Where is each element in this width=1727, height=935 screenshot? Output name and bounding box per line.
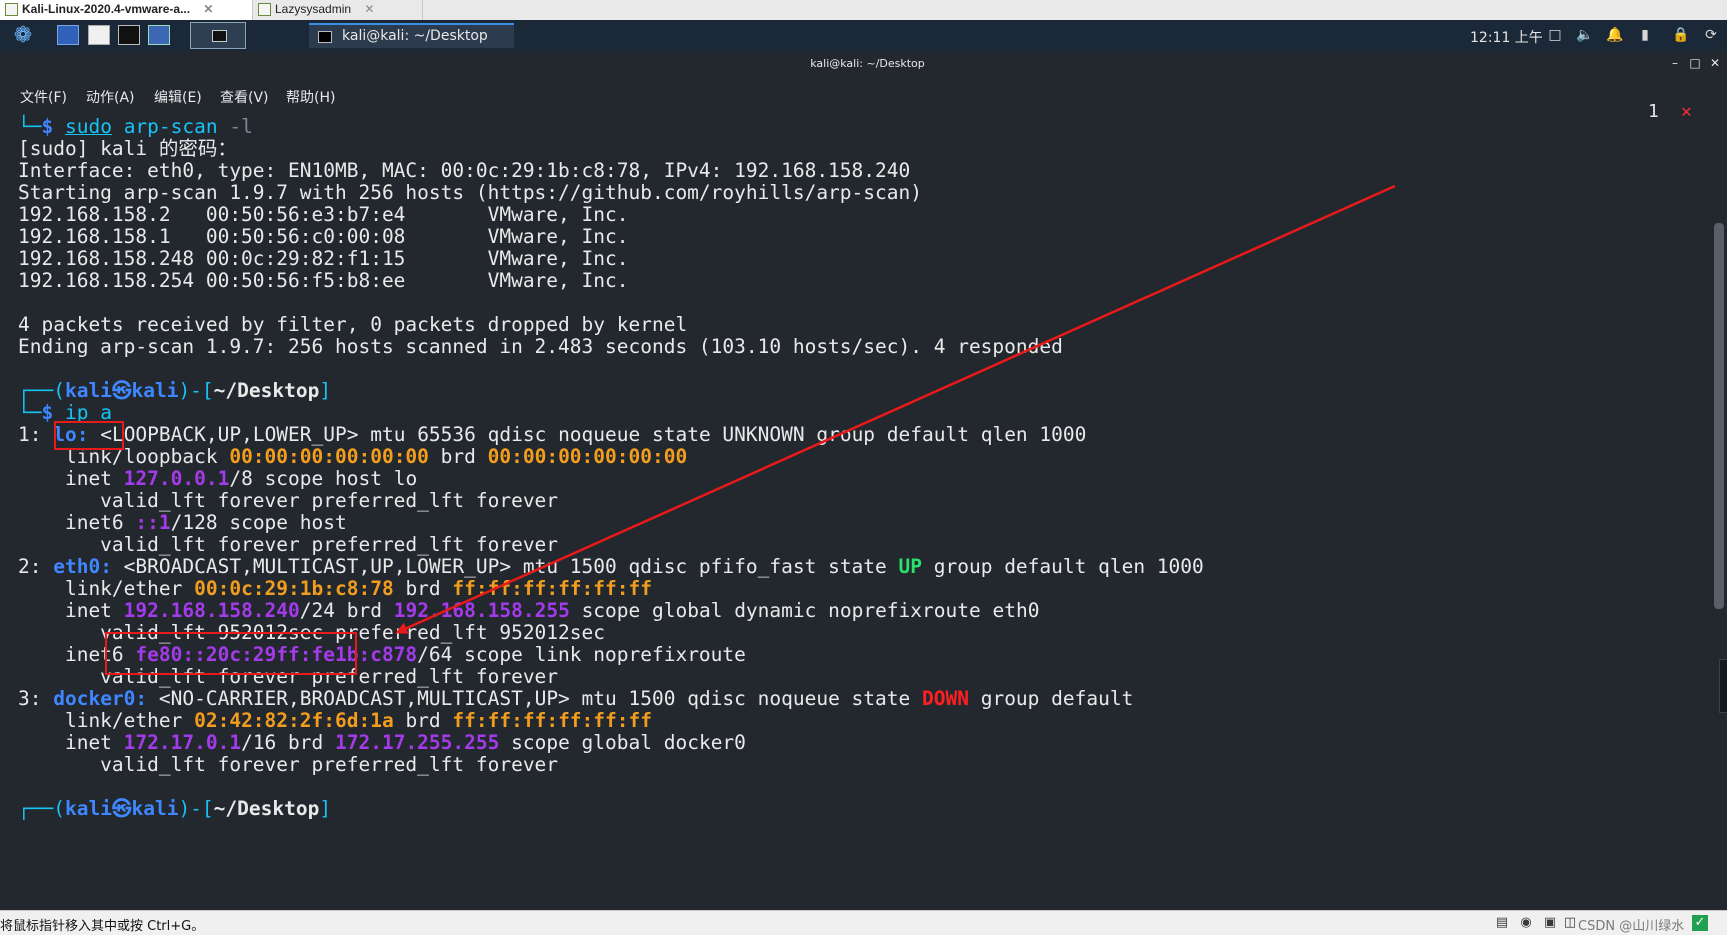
menu-file[interactable]: 文件(F): [20, 87, 67, 107]
eth0-ip: 192.168.158.240: [123, 599, 300, 622]
close-icon[interactable]: ✕: [203, 2, 213, 16]
iface-docker0-link: link/ether 02:42:82:2f:6d:1a brd ff:ff:f…: [18, 709, 652, 732]
annotation-box-command: [54, 421, 124, 450]
iface-eth0-inet: inet 192.168.158.240/24 brd 192.168.158.…: [18, 599, 1040, 622]
prompt-dir: ~/Desktop: [213, 379, 320, 402]
terminal-icon: [318, 31, 332, 43]
at-symbol: ㉿: [111, 797, 132, 820]
cmd-arpscan: arp-scan: [123, 115, 218, 138]
clock[interactable]: 12:11 上午: [1470, 27, 1543, 47]
scrollbar-thumb[interactable]: [1714, 223, 1724, 609]
taskbar-terminal-item[interactable]: kali@kali: ~/Desktop: [309, 23, 514, 48]
menu-action[interactable]: 动作(A): [86, 87, 135, 107]
top-panel: ❁ kali@kali: ~/Desktop 12:11 上午 □ 🔈 🔔 ▮ …: [0, 20, 1727, 51]
terminal-output[interactable]: └─$ sudo arp-scan -l [sudo] kali 的密码： In…: [18, 115, 1698, 905]
iface-lo-header: 1: lo: <LOOPBACK,UP,LOWER_UP> mtu 65536 …: [18, 423, 1087, 446]
menu-help[interactable]: 帮助(H): [286, 87, 335, 107]
output-line: 192.168.158.2 00:50:56:e3:b7:e4 VMware, …: [18, 203, 629, 226]
volume-icon[interactable]: 🔈: [1576, 26, 1594, 44]
prompt-line: ┌──(kali㉿kali)-[~/Desktop]: [18, 379, 332, 402]
output-line: 192.168.158.1 00:50:56:c0:00:08 VMware, …: [18, 225, 629, 248]
show-desktop-icon[interactable]: [57, 25, 79, 45]
prompt-line: ┌──(kali㉿kali)-[~/Desktop]: [18, 797, 332, 820]
output-line: 192.168.158.254 00:50:56:f5:b8:ee VMware…: [18, 269, 629, 292]
output-line: Interface: eth0, type: EN10MB, MAC: 00:0…: [18, 159, 911, 182]
prompt-dir: ~/Desktop: [213, 797, 320, 820]
battery-icon[interactable]: ▮: [1636, 26, 1654, 44]
menu-bar: 文件(F) 动作(A) 编辑(E) 查看(V) 帮助(H): [8, 78, 1727, 114]
host-tab-kali[interactable]: Kali-Linux-2020.4-vmware-a... ✕: [0, 0, 253, 20]
workspace-thumb-icon: [212, 30, 227, 42]
output-line: Ending arp-scan 1.9.7: 256 hosts scanned…: [18, 335, 1063, 358]
maximize-button[interactable]: □: [1688, 56, 1702, 70]
watermark: CSDN @山川绿水: [1578, 919, 1685, 934]
iface-docker0-inet: inet 172.17.0.1/16 brd 172.17.255.255 sc…: [18, 731, 746, 754]
device-usb-icon[interactable]: ◫: [1562, 915, 1578, 931]
host-tab-label: Kali-Linux-2020.4-vmware-a...: [22, 2, 191, 16]
host-tab-lazysysadmin[interactable]: Lazysysadmin ✕: [253, 0, 423, 20]
close-button[interactable]: ✕: [1708, 56, 1722, 70]
minimize-button[interactable]: –: [1668, 56, 1682, 70]
terminal-window: kali@kali: ~/Desktop – □ ✕ 文件(F) 动作(A) 编…: [8, 51, 1727, 908]
browser-launcher-icon[interactable]: [148, 25, 170, 45]
at-symbol: ㉿: [111, 379, 132, 402]
output-line: [sudo] kali 的密码：: [18, 137, 237, 160]
iface-lo-lft: valid_lft forever preferred_lft forever: [18, 489, 559, 512]
menu-edit[interactable]: 编辑(E): [154, 87, 202, 107]
device-cd-icon[interactable]: ◉: [1518, 915, 1534, 931]
notification-bell-icon[interactable]: 🔔: [1606, 26, 1624, 44]
status-bar: 将鼠标指针移入其中或按 Ctrl+G。 ▤ ◉ ▣ ◫ CSDN @山川绿水 ✓: [0, 910, 1727, 935]
vm-icon: [258, 3, 271, 16]
kali-menu-icon[interactable]: ❁: [10, 23, 36, 49]
command-line-arpscan: └─$ sudo arp-scan -l: [18, 115, 253, 138]
host-tab-label: Lazysysadmin: [275, 2, 352, 16]
vm-icon: [5, 3, 18, 16]
file-manager-icon[interactable]: [88, 25, 110, 45]
iface-lo-inet: inet 127.0.0.1/8 scope host lo: [18, 467, 418, 490]
window-title: kali@kali: ~/Desktop: [810, 57, 925, 70]
workspace-switcher[interactable]: [190, 22, 246, 49]
scroll-minimap[interactable]: [1719, 659, 1727, 713]
iface-docker0-header: 3: docker0: <NO-CARRIER,BROADCAST,MULTIC…: [18, 687, 1134, 710]
output-line: 192.168.158.248 00:0c:29:82:f1:15 VMware…: [18, 247, 629, 270]
output-line: Starting arp-scan 1.9.7 with 256 hosts (…: [18, 181, 922, 204]
annotation-box-ip: [105, 632, 357, 675]
cmd-sudo: sudo: [64, 115, 112, 138]
device-network-icon[interactable]: ▣: [1542, 915, 1558, 931]
vmtools-icon[interactable]: ✓: [1692, 915, 1708, 931]
cmd-flag: -l: [229, 115, 253, 138]
status-text: 将鼠标指针移入其中或按 Ctrl+G。: [0, 919, 205, 934]
power-icon[interactable]: ⟳: [1702, 26, 1720, 44]
close-icon[interactable]: ✕: [364, 2, 374, 16]
iface-lo-inet6: inet6 ::1/128 scope host: [18, 511, 347, 534]
output-line: 4 packets received by filter, 0 packets …: [18, 313, 688, 336]
display-icon[interactable]: □: [1546, 26, 1564, 44]
iface-eth0-link: link/ether 00:0c:29:1b:c8:78 brd ff:ff:f…: [18, 577, 652, 600]
iface-lo-lft: valid_lft forever preferred_lft forever: [18, 533, 559, 556]
iface-docker0-lft: valid_lft forever preferred_lft forever: [18, 753, 559, 776]
iface-eth0-header: 2: eth0: <BROADCAST,MULTICAST,UP,LOWER_U…: [18, 555, 1204, 578]
device-hdd-icon[interactable]: ▤: [1494, 915, 1510, 931]
host-tab-strip: Kali-Linux-2020.4-vmware-a... ✕ Lazysysa…: [0, 0, 1727, 21]
taskbar-terminal-label: kali@kali: ~/Desktop: [342, 28, 488, 44]
terminal-launcher-icon[interactable]: [118, 25, 140, 45]
lock-icon[interactable]: 🔒: [1672, 26, 1690, 44]
menu-view[interactable]: 查看(V): [220, 87, 269, 107]
